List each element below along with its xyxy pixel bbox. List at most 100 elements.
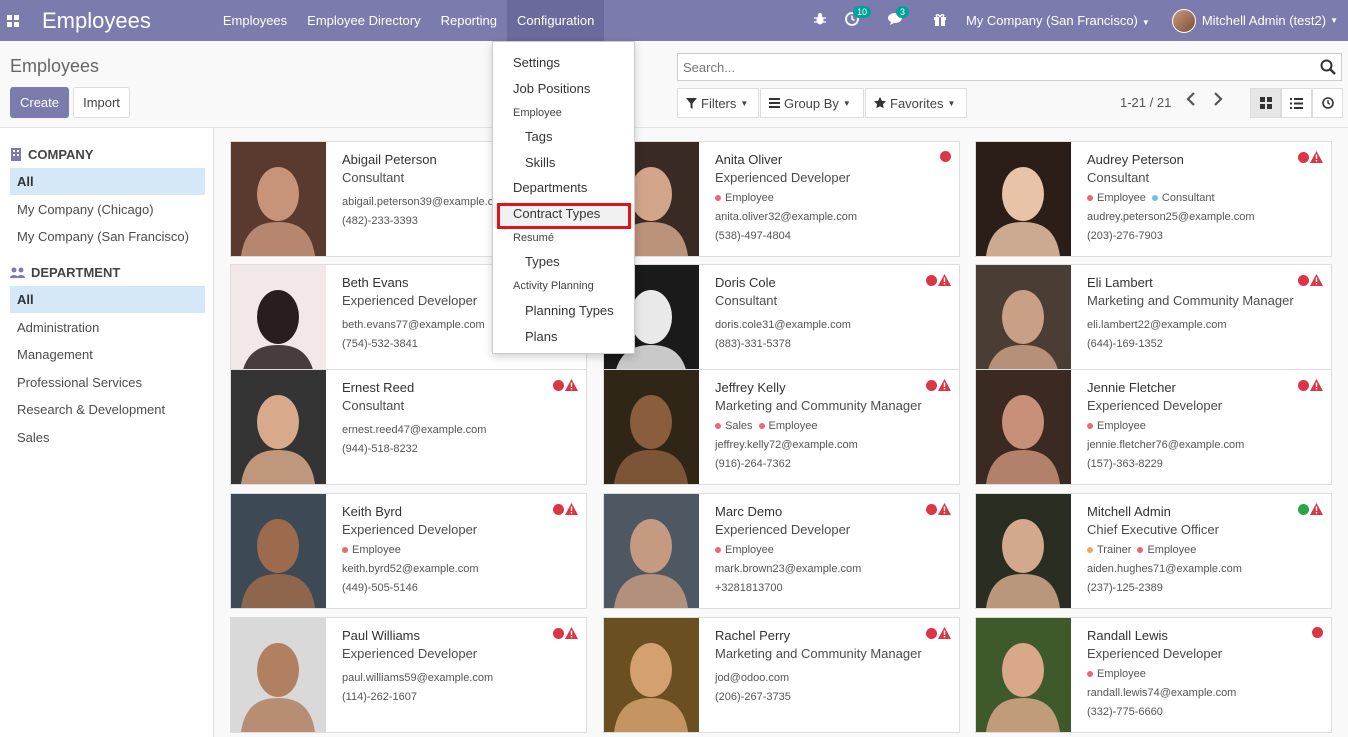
list-icon <box>1290 97 1303 109</box>
activity-view-button[interactable] <box>1312 88 1343 118</box>
gift-icon[interactable] <box>933 12 947 29</box>
employee-job-title: Consultant <box>715 293 778 308</box>
company-switcher[interactable]: My Company (San Francisco) ▼ <box>966 13 1150 28</box>
employee-photo[interactable] <box>604 370 699 484</box>
employee-photo[interactable] <box>976 142 1071 256</box>
employee-email: anita.oliver32@example.com <box>715 211 858 223</box>
employee-photo[interactable] <box>604 618 699 732</box>
menu-employees[interactable]: Employees <box>213 0 297 41</box>
employee-photo[interactable] <box>976 370 1071 484</box>
menu-item-resume-types[interactable]: Types <box>525 254 560 269</box>
menu-item-departments[interactable]: Departments <box>513 180 587 195</box>
create-button[interactable]: Create <box>10 87 69 118</box>
department-filter-administration[interactable]: Administration <box>10 314 205 341</box>
user-menu[interactable]: Mitchell Admin (test2) ▼ <box>1171 8 1338 33</box>
menu-item-planning-types[interactable]: Planning Types <box>525 303 614 318</box>
filters-button[interactable]: Filters ▼ <box>677 88 759 118</box>
employee-card[interactable]: Paul Williams Experienced Developer paul.w… <box>230 617 587 733</box>
employee-card[interactable]: Audrey Peterson Consultant Employee Consult… <box>975 141 1332 257</box>
department-filter-all[interactable]: All <box>10 286 205 313</box>
tag-color-dot <box>715 423 721 430</box>
company-filter-chicago[interactable]: My Company (Chicago) <box>10 196 205 223</box>
search-icon[interactable] <box>1320 59 1336 75</box>
caret-down-icon: ▼ <box>740 98 749 108</box>
employee-name[interactable]: Randall Lewis <box>1087 627 1323 645</box>
employee-status <box>1298 503 1323 515</box>
employee-card[interactable]: Marc Demo Experienced Developer Employee ma… <box>603 493 960 609</box>
employee-photo[interactable] <box>231 265 326 379</box>
menu-item-tags[interactable]: Tags <box>525 129 552 144</box>
warning-triangle-icon <box>565 503 578 515</box>
employee-name[interactable]: Eli Lambert <box>1087 274 1323 292</box>
employee-name[interactable]: Marc Demo <box>715 503 951 521</box>
employee-name[interactable]: Paul Williams <box>342 627 578 645</box>
group-by-button[interactable]: Group By ▼ <box>760 88 864 118</box>
employee-card[interactable]: Anita Oliver Experienced Developer Employe… <box>603 141 960 257</box>
employee-email: doris.cole31@example.com <box>715 319 851 331</box>
employee-card[interactable]: Ernest Reed Consultant ernest.reed47@examp… <box>230 369 587 485</box>
employee-card[interactable]: Doris Cole Consultant doris.cole31@example… <box>603 264 960 380</box>
employee-name[interactable]: Ernest Reed <box>342 379 578 397</box>
employee-name[interactable]: Audrey Peterson <box>1087 151 1323 169</box>
employee-name[interactable]: Anita Oliver <box>715 151 951 169</box>
employee-photo[interactable] <box>231 142 326 256</box>
employee-photo[interactable] <box>976 265 1071 379</box>
employee-card[interactable]: Keith Byrd Experienced Developer Employee k… <box>230 493 587 609</box>
company-filter-all[interactable]: All <box>10 168 205 195</box>
menu-item-plans[interactable]: Plans <box>525 329 558 344</box>
employee-name[interactable]: Doris Cole <box>715 274 951 292</box>
search-input[interactable] <box>678 54 1298 80</box>
pager-value[interactable]: 1-21 / 21 <box>1120 95 1171 110</box>
employee-photo[interactable] <box>231 494 326 608</box>
company-filter-san-francisco[interactable]: My Company (San Francisco) <box>10 223 205 250</box>
employee-card[interactable]: Rachel Perry Marketing and Community Mana… <box>603 617 960 733</box>
apps-menu-icon[interactable] <box>0 0 26 41</box>
employee-photo[interactable] <box>231 370 326 484</box>
employee-phone: (944)-518-8232 <box>342 443 418 455</box>
employee-photo[interactable] <box>604 494 699 608</box>
department-filter-sales[interactable]: Sales <box>10 424 205 451</box>
employee-photo[interactable] <box>976 494 1071 608</box>
configuration-dropdown-menu: Settings Job Positions Employee Tags Ski… <box>492 41 635 354</box>
employee-card[interactable]: Jeffrey Kelly Marketing and Community Man… <box>603 369 960 485</box>
employee-card[interactable]: Randall Lewis Experienced Developer Employ… <box>975 617 1332 733</box>
list-view-button[interactable] <box>1281 88 1312 118</box>
department-filter-management[interactable]: Management <box>10 341 205 368</box>
warning-triangle-icon <box>565 627 578 639</box>
employee-info: Keith Byrd Experienced Developer Employee k… <box>342 503 578 596</box>
pager-previous-icon[interactable] <box>1186 92 1196 111</box>
menu-configuration[interactable]: Configuration <box>506 0 605 41</box>
department-filter-professional-services[interactable]: Professional Services <box>10 369 205 396</box>
employee-info: Paul Williams Experienced Developer paul.w… <box>342 627 578 705</box>
department-filter-research-development[interactable]: Research & Development <box>10 396 205 423</box>
employee-name[interactable]: Keith Byrd <box>342 503 578 521</box>
messages-chat-icon[interactable]: 3 <box>887 6 909 29</box>
employee-tag-label: Employee <box>1147 544 1197 556</box>
menu-employee-directory[interactable]: Employee Directory <box>297 0 430 41</box>
employee-name[interactable]: Mitchell Admin <box>1087 503 1323 521</box>
pager-next-icon[interactable] <box>1213 92 1223 111</box>
employee-name[interactable]: Jeffrey Kelly <box>715 379 951 397</box>
employee-tag-label: Employee <box>1097 420 1146 432</box>
menu-item-settings[interactable]: Settings <box>513 55 560 70</box>
employee-tag-label: Trainer <box>1097 544 1132 556</box>
menu-item-job-positions[interactable]: Job Positions <box>513 81 590 96</box>
activity-clock-icon[interactable]: 10 <box>845 6 871 29</box>
employee-name[interactable]: Rachel Perry <box>715 627 951 645</box>
employee-email: jeffrey.kelly72@example.com <box>715 439 858 451</box>
employee-card[interactable]: Mitchell Admin Chief Executive Officer Tra… <box>975 493 1332 609</box>
employee-photo[interactable] <box>231 618 326 732</box>
menu-item-skills[interactable]: Skills <box>525 155 555 170</box>
favorites-button[interactable]: Favorites ▼ <box>865 88 967 118</box>
import-button[interactable]: Import <box>73 87 130 118</box>
employee-card[interactable]: Eli Lambert Marketing and Community Manag… <box>975 264 1332 380</box>
employee-photo[interactable] <box>976 618 1071 732</box>
user-avatar <box>1171 8 1196 33</box>
employee-tag-label: Employee <box>768 420 818 432</box>
kanban-view-button[interactable] <box>1250 88 1281 118</box>
employee-name[interactable]: Jennie Fletcher <box>1087 379 1323 397</box>
debug-bug-icon[interactable] <box>813 12 827 29</box>
employee-card[interactable]: Jennie Fletcher Experienced Developer Empl… <box>975 369 1332 485</box>
menu-reporting[interactable]: Reporting <box>431 0 507 41</box>
employee-info: Doris Cole Consultant doris.cole31@example… <box>715 274 951 352</box>
